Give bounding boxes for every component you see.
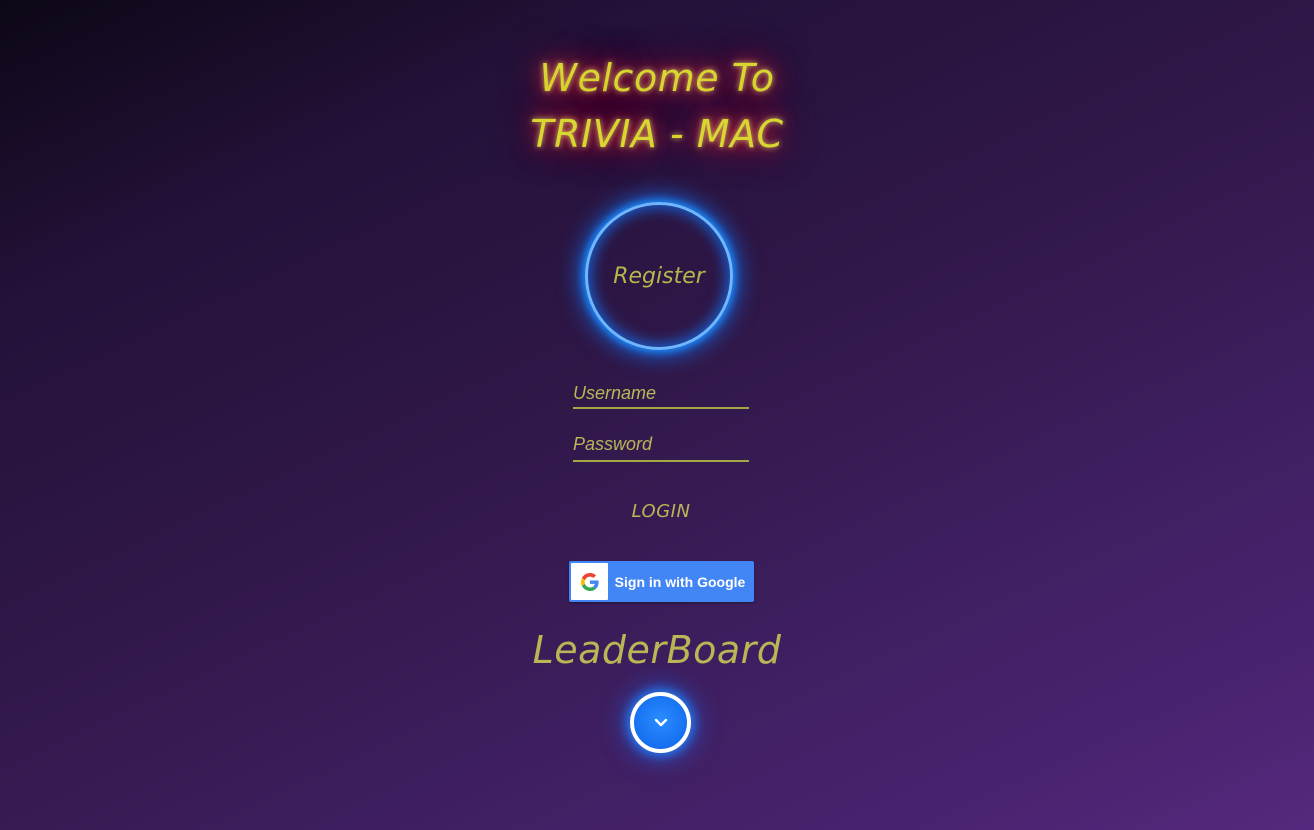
register-label: Register	[613, 263, 705, 289]
google-g-icon	[571, 563, 608, 600]
chevron-down-icon	[654, 718, 668, 728]
title-line-welcome: Welcome To	[539, 56, 775, 100]
leaderboard-expand-button[interactable]	[630, 692, 691, 753]
leaderboard-title[interactable]: LeaderBoard	[457, 628, 857, 672]
google-signin-button[interactable]: Sign in with Google	[569, 561, 754, 602]
login-button[interactable]: LOGIN	[607, 496, 715, 526]
title-line-app-name: TRIVIA - MAC	[530, 112, 784, 156]
page-title: Welcome To TRIVIA - MAC	[457, 50, 857, 162]
register-button[interactable]: Register	[585, 202, 733, 350]
google-signin-label: Sign in with Google	[614, 573, 746, 590]
page: Welcome To TRIVIA - MAC Register LOGIN S…	[0, 0, 1314, 830]
username-input[interactable]	[573, 382, 749, 409]
password-input[interactable]	[573, 430, 749, 462]
